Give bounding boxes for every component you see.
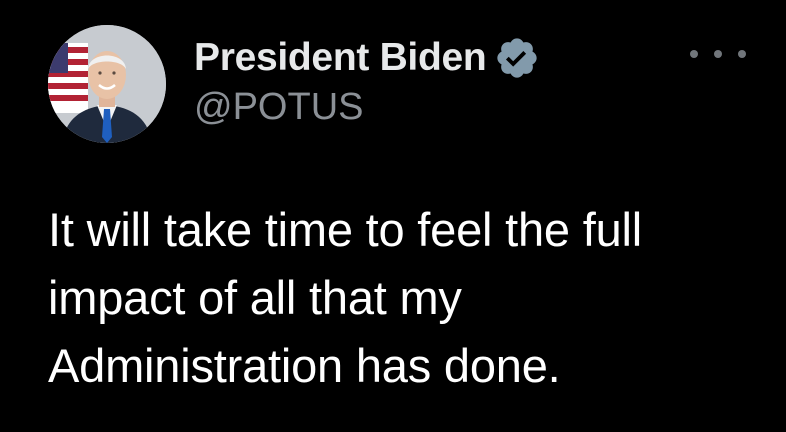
more-options-icon	[690, 50, 698, 58]
more-options-button[interactable]	[690, 38, 746, 70]
tweet-text-line: Administration has done.	[48, 339, 561, 392]
avatar[interactable]	[48, 25, 166, 143]
tweet-text: It will take time to feel the full impac…	[48, 196, 768, 400]
tweet-card: President Biden @POTUS It will take time…	[0, 0, 786, 432]
tweet-text-line: It will take time to feel the full	[48, 203, 643, 256]
flag-graphic	[48, 43, 88, 113]
more-options-icon-dot	[738, 50, 746, 58]
author-name-row[interactable]: President Biden	[194, 34, 540, 82]
more-options-icon-dot	[714, 50, 722, 58]
profile-photo-image	[48, 25, 166, 143]
author-display-name[interactable]: President Biden	[194, 36, 487, 80]
tweet-text-line: impact of all that my	[48, 271, 462, 324]
verified-badge-icon	[494, 35, 540, 81]
author-handle[interactable]: @POTUS	[194, 86, 363, 129]
